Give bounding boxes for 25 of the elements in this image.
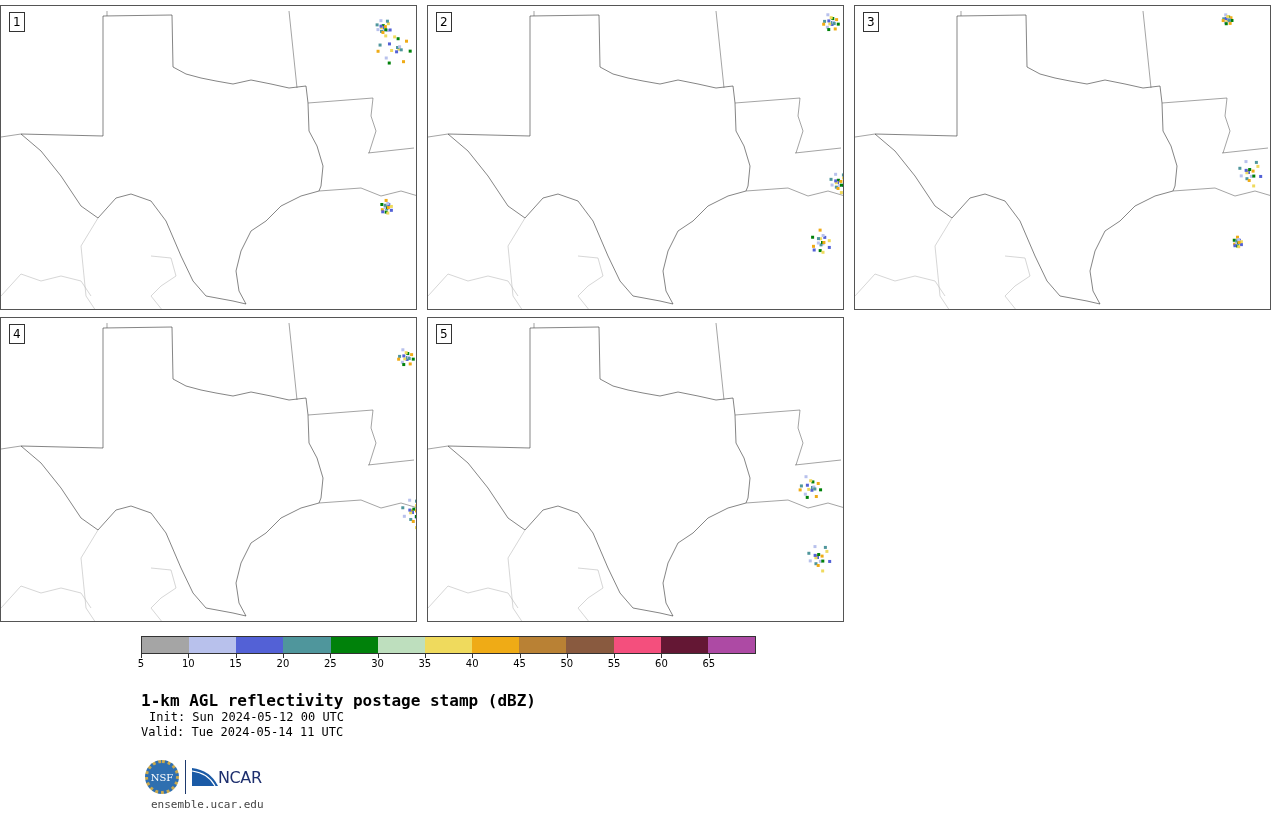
chart-title: 1-km AGL reflectivity postage stamp (dBZ) — [141, 692, 537, 710]
panel-number: 1 — [9, 12, 25, 32]
panel-number: 4 — [9, 324, 25, 344]
tick-label: 35 — [418, 658, 432, 670]
tick-label: 65 — [702, 658, 716, 670]
ncar-logo: NCAR — [192, 768, 262, 786]
tick-label: 15 — [229, 658, 242, 670]
website-url: ensemble.ucar.edu — [150, 798, 265, 811]
tick-label: 20 — [276, 658, 290, 670]
tick-label: 25 — [323, 658, 337, 670]
panel-number: 2 — [436, 12, 452, 32]
tick-label: 45 — [513, 658, 526, 670]
init-time: Init: Sun 2024-05-12 00 UTC — [148, 710, 346, 725]
panel-number: 5 — [436, 324, 452, 344]
tick-label: 55 — [607, 658, 621, 670]
arc-icon — [192, 768, 218, 786]
tick-label: 60 — [655, 658, 668, 670]
tick-label: 10 — [181, 658, 195, 670]
tick-label: 5 — [137, 658, 145, 670]
nsf-logo: NSF — [145, 760, 179, 794]
tick-label: 50 — [560, 658, 574, 670]
panel-number: 3 — [863, 12, 879, 32]
tick-label: 40 — [465, 658, 479, 670]
tick-label: 30 — [371, 658, 384, 670]
valid-time: Valid: Tue 2024-05-14 11 UTC — [141, 725, 345, 740]
